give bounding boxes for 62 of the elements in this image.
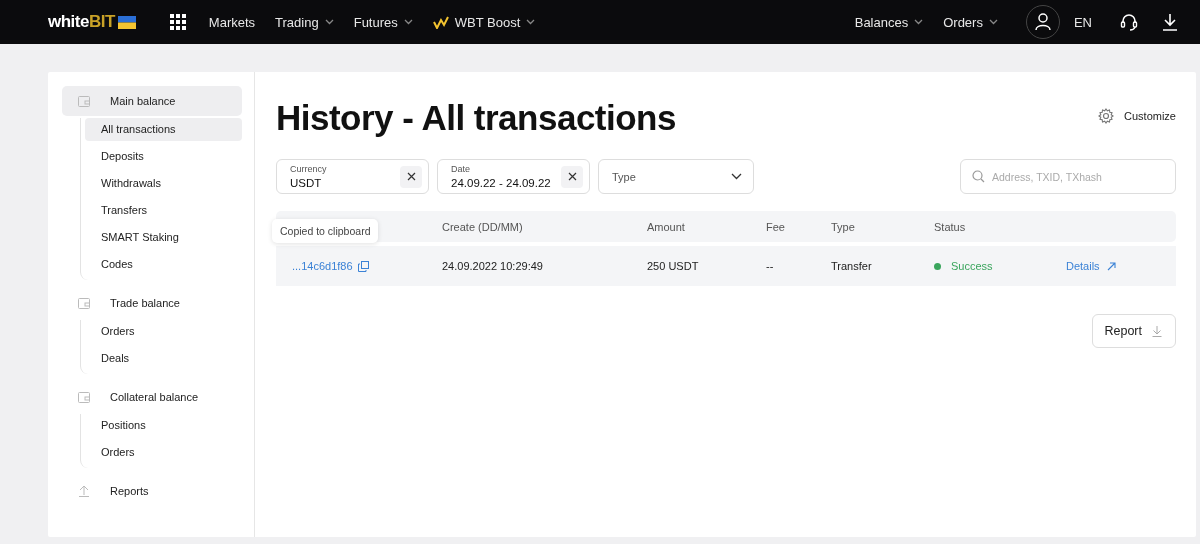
txid-link[interactable]: ...14c6d1f86 <box>292 260 353 272</box>
sidebar-subitem[interactable]: SMART Staking <box>81 226 242 249</box>
details-link[interactable]: Details <box>1066 260 1116 272</box>
tooltip: Copied to clipboard <box>272 219 379 243</box>
status-text: Success <box>951 260 993 272</box>
search-icon <box>972 170 985 183</box>
download-icon[interactable] <box>1162 13 1178 31</box>
sidebar-subitem[interactable]: Withdrawals <box>81 172 242 195</box>
column-header: Amount <box>647 220 686 233</box>
settings-icon <box>1098 107 1115 124</box>
sidebar-subitem[interactable]: Transfers <box>81 199 242 222</box>
apps-grid-icon[interactable] <box>169 14 186 30</box>
sidebar-item[interactable]: Main balance <box>62 86 242 116</box>
sidebar-item[interactable]: Reports <box>62 476 242 506</box>
flag-icon <box>117 15 136 29</box>
close-icon <box>567 172 577 181</box>
table-cell-text: Transfer <box>831 260 873 272</box>
column-header: Create (DD/MM) <box>442 220 524 233</box>
sidebar-subitem[interactable]: All transactions <box>85 118 242 141</box>
sidebar-item[interactable]: Collateral balance <box>62 382 242 412</box>
chevron-icon <box>731 173 742 180</box>
page-title: History - All transactions <box>276 96 676 138</box>
column-header: Type <box>831 220 856 233</box>
nav-link[interactable]: Orders <box>943 14 998 30</box>
sidebar-subitem[interactable]: Codes <box>81 253 242 276</box>
search-field[interactable]: Address, TXID, TXhash <box>960 159 1176 194</box>
nav-link[interactable]: Markets <box>208 14 256 30</box>
user-icon <box>1034 13 1051 31</box>
column-header: Status <box>934 220 967 233</box>
download-icon <box>1152 325 1162 337</box>
close-icon <box>406 172 416 181</box>
table-cell-text: 24.09.2022 10:29:49 <box>442 260 544 272</box>
table-cell-text: -- <box>766 260 775 272</box>
wallet-icon <box>78 95 90 107</box>
sidebar-subitem[interactable]: Orders <box>81 320 242 343</box>
upload-icon <box>78 485 90 497</box>
sidebar-subitem[interactable]: Deposits <box>81 145 242 168</box>
headset-icon[interactable] <box>1120 13 1138 31</box>
wallet-icon <box>78 297 90 309</box>
arrow-icon <box>1106 261 1116 271</box>
customize-link[interactable]: Customize <box>1098 107 1176 124</box>
clear-button[interactable] <box>400 165 422 188</box>
nav-link[interactable]: Trading <box>275 14 334 30</box>
nav-link[interactable]: Balances <box>854 14 924 30</box>
clear-button[interactable] <box>561 165 583 188</box>
filter-field[interactable]: Date 24.09.22 - 24.09.22 <box>437 159 590 194</box>
sidebar-subitem[interactable]: Deals <box>81 347 242 370</box>
column-header: Fee <box>766 220 786 233</box>
wallet-icon <box>78 391 90 403</box>
type-dropdown[interactable]: Type <box>598 159 754 194</box>
zigzag-icon <box>432 15 449 29</box>
copy-icon[interactable] <box>357 260 369 272</box>
logo[interactable]: whiteBIT <box>48 12 136 32</box>
filter-field[interactable]: Currency USDT <box>276 159 429 194</box>
sidebar-subitem[interactable]: Positions <box>81 414 242 437</box>
sidebar-item[interactable]: Trade balance <box>62 288 242 318</box>
nav-link[interactable]: WBT Boost <box>432 14 536 30</box>
language-link[interactable]: EN <box>1073 14 1092 30</box>
sidebar-subitem[interactable]: Orders <box>81 441 242 464</box>
report-button[interactable]: Report <box>1092 314 1176 348</box>
nav-link[interactable]: Futures <box>353 14 413 30</box>
table-cell-text: 250 USDT <box>647 260 700 272</box>
